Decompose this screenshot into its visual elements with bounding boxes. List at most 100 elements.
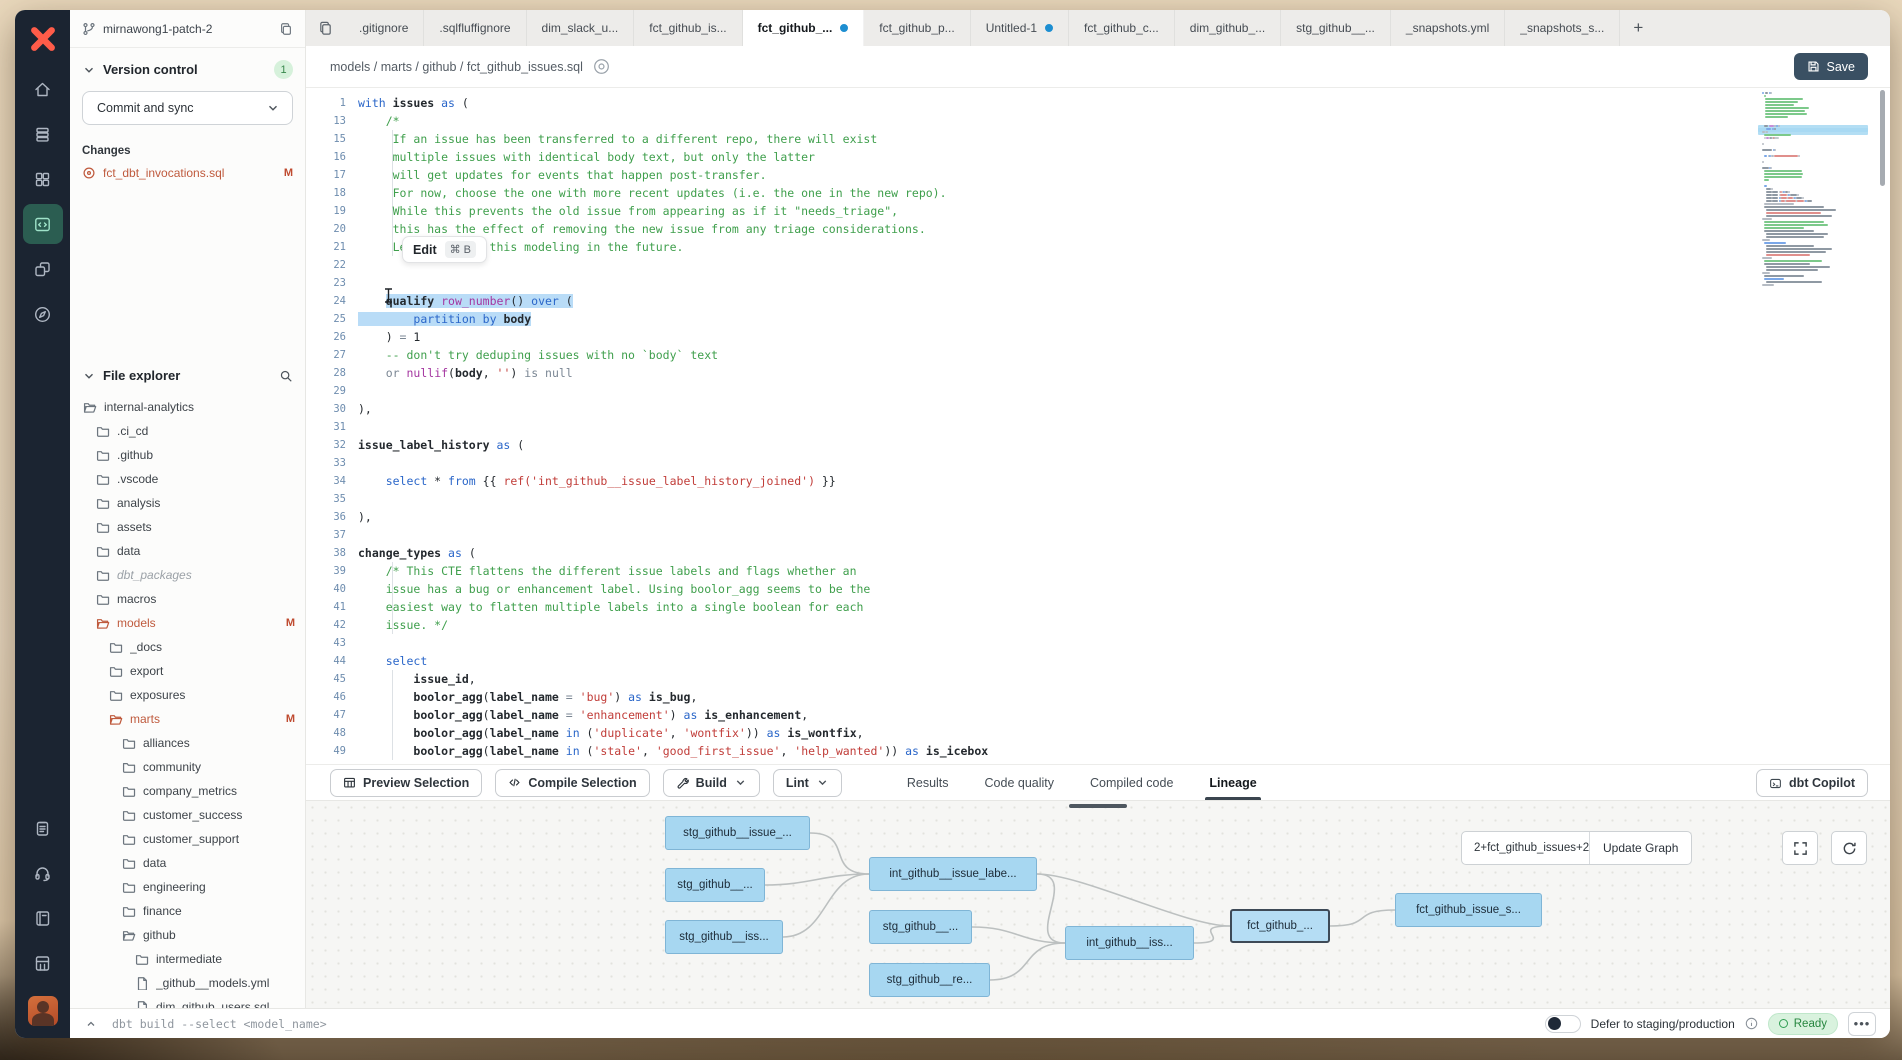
panel-tab-compiled-code[interactable]: Compiled code <box>1090 765 1173 800</box>
code-line-37[interactable]: 37 <box>306 526 1890 544</box>
code-line-34[interactable]: 34 select * from {{ ref('int_github__iss… <box>306 472 1890 490</box>
tree-item-engineering[interactable]: engineering <box>70 875 305 899</box>
lineage-node-n4[interactable]: int_github__issue_labe... <box>869 857 1037 891</box>
editor-tab-dim_slack_u...[interactable]: dim_slack_u... <box>527 10 635 46</box>
edit-tooltip[interactable]: Edit ⌘ B <box>402 236 487 263</box>
dbt-logo-icon[interactable] <box>28 24 58 54</box>
tree-item-alliances[interactable]: alliances <box>70 731 305 755</box>
defer-toggle[interactable] <box>1545 1015 1581 1033</box>
changed-file-row[interactable]: fct_dbt_invocations.sqlM <box>82 166 293 180</box>
lineage-node-n1[interactable]: stg_github__issue_... <box>665 816 810 850</box>
code-line-26[interactable]: 26 ) = 1 <box>306 328 1890 346</box>
tree-item-github[interactable]: github <box>70 923 305 947</box>
code-line-16[interactable]: 16 multiple issues with identical body t… <box>306 148 1890 166</box>
dbt-copilot-button[interactable]: dbt Copilot <box>1756 769 1868 797</box>
chevron-down-icon[interactable] <box>82 63 96 77</box>
code-editor[interactable]: 1with issues as (13 /*15 If an issue has… <box>306 88 1890 764</box>
lineage-node-n2[interactable]: stg_github__... <box>665 868 765 902</box>
code-line-44[interactable]: 44 select <box>306 652 1890 670</box>
rail-compass-icon[interactable] <box>23 294 63 334</box>
code-line-28[interactable]: 28 or nullif(body, '') is null <box>306 364 1890 382</box>
code-line-31[interactable]: 31 <box>306 418 1890 436</box>
code-line-42[interactable]: 42 issue. */ <box>306 616 1890 634</box>
code-line-46[interactable]: 46 boolor_agg(label_name = 'bug') as is_… <box>306 688 1890 706</box>
editor-tab-fct_github_p...[interactable]: fct_github_p... <box>864 10 970 46</box>
refresh-button[interactable] <box>1831 831 1867 865</box>
code-line-32[interactable]: 32issue_label_history as ( <box>306 436 1890 454</box>
pages-icon[interactable] <box>306 10 344 46</box>
editor-tab-fct_github_c...[interactable]: fct_github_c... <box>1069 10 1175 46</box>
editor-tab-_snapshots_s...[interactable]: _snapshots_s... <box>1505 10 1620 46</box>
lineage-node-n6[interactable]: stg_github__re... <box>869 963 990 997</box>
code-line-49[interactable]: 49 boolor_agg(label_name in ('stale', 'g… <box>306 742 1890 760</box>
tree-item-dbt_packages[interactable]: dbt_packages <box>70 563 305 587</box>
collapse-panel-button[interactable] <box>80 1013 102 1035</box>
code-line-23[interactable]: 23 <box>306 274 1890 292</box>
code-line-19[interactable]: 19 While this prevents the old issue fro… <box>306 202 1890 220</box>
code-line-24[interactable]: 24 qualify row_number() over ( <box>306 292 1890 310</box>
lineage-node-n7[interactable]: int_github__iss... <box>1065 926 1194 960</box>
editor-tab-Untitled-1[interactable]: Untitled-1 <box>971 10 1069 46</box>
lineage-node-n5[interactable]: stg_github__... <box>869 910 972 944</box>
editor-tab-_snapshots.yml[interactable]: _snapshots.yml <box>1391 10 1505 46</box>
tree-item-customer_success[interactable]: customer_success <box>70 803 305 827</box>
tree-item-dim_github_users.sql[interactable]: dim_github_users.sql <box>70 995 305 1008</box>
editor-tab-stg_github__...[interactable]: stg_github__... <box>1281 10 1391 46</box>
code-line-43[interactable]: 43 <box>306 634 1890 652</box>
panel-resize-handle[interactable] <box>1069 804 1127 808</box>
search-icon[interactable] <box>279 369 293 383</box>
tree-item-macros[interactable]: macros <box>70 587 305 611</box>
code-line-41[interactable]: 41 easiest way to flatten multiple label… <box>306 598 1890 616</box>
code-line-18[interactable]: 18 For now, choose the one with more rec… <box>306 184 1890 202</box>
code-line-36[interactable]: 36), <box>306 508 1890 526</box>
tree-item-models[interactable]: modelsM <box>70 611 305 635</box>
command-input[interactable]: dbt build --select <model_name> <box>112 1017 327 1031</box>
rail-home-icon[interactable] <box>23 69 63 109</box>
file-state-icon[interactable] <box>593 58 610 75</box>
rail-panel-icon[interactable] <box>23 943 63 983</box>
tree-item-data[interactable]: data <box>70 539 305 563</box>
commit-and-sync-button[interactable]: Commit and sync <box>82 91 293 125</box>
tree-item-marts[interactable]: martsM <box>70 707 305 731</box>
tree-item-assets[interactable]: assets <box>70 515 305 539</box>
tree-item-community[interactable]: community <box>70 755 305 779</box>
tree-item-data[interactable]: data <box>70 851 305 875</box>
code-line-47[interactable]: 47 boolor_agg(label_name = 'enhancement'… <box>306 706 1890 724</box>
rail-layers-icon[interactable] <box>23 114 63 154</box>
editor-scrollbar[interactable] <box>1880 90 1885 186</box>
minimap[interactable] <box>1762 92 1864 287</box>
editor-tab-.gitignore[interactable]: .gitignore <box>344 10 424 46</box>
code-line-29[interactable]: 29 <box>306 382 1890 400</box>
code-line-48[interactable]: 48 boolor_agg(label_name in ('duplicate'… <box>306 724 1890 742</box>
code-line-25[interactable]: 25 partition by body <box>306 310 1890 328</box>
rail-windows-icon[interactable] <box>23 249 63 289</box>
rail-book-icon[interactable] <box>23 898 63 938</box>
tree-item-export[interactable]: export <box>70 659 305 683</box>
code-line-30[interactable]: 30), <box>306 400 1890 418</box>
editor-tab-.sqlfluffignore[interactable]: .sqlfluffignore <box>424 10 526 46</box>
tree-item-customer_support[interactable]: customer_support <box>70 827 305 851</box>
user-avatar[interactable] <box>28 996 58 1026</box>
code-line-21[interactable]: 21 Let's revisit this modeling in the fu… <box>306 238 1890 256</box>
editor-tab-dim_github_...[interactable]: dim_github_... <box>1175 10 1281 46</box>
code-line-35[interactable]: 35 <box>306 490 1890 508</box>
tree-item-intermediate[interactable]: intermediate <box>70 947 305 971</box>
preview-selection-button[interactable]: Preview Selection <box>330 769 482 797</box>
info-icon[interactable] <box>1745 1017 1758 1030</box>
code-line-40[interactable]: 40 issue has a bug or enhancement label.… <box>306 580 1890 598</box>
code-line-17[interactable]: 17 will get updates for events that happ… <box>306 166 1890 184</box>
editor-tab-fct_github_...[interactable]: fct_github_... <box>743 10 865 46</box>
code-line-22[interactable]: 22 <box>306 256 1890 274</box>
tree-item-.ci_cd[interactable]: .ci_cd <box>70 419 305 443</box>
chevron-down-icon[interactable] <box>82 369 96 383</box>
code-line-33[interactable]: 33 <box>306 454 1890 472</box>
tree-item-internal-analytics[interactable]: internal-analytics <box>70 395 305 419</box>
code-line-13[interactable]: 13 /* <box>306 112 1890 130</box>
lineage-node-n8[interactable]: fct_github_... <box>1230 909 1330 943</box>
lint-button[interactable]: Lint <box>773 769 842 797</box>
fullscreen-button[interactable] <box>1782 831 1818 865</box>
tree-item-_github__models.yml[interactable]: _github__models.yml <box>70 971 305 995</box>
build-button[interactable]: Build <box>663 769 760 797</box>
compile-selection-button[interactable]: Compile Selection <box>495 769 649 797</box>
copy-icon[interactable] <box>279 22 293 36</box>
